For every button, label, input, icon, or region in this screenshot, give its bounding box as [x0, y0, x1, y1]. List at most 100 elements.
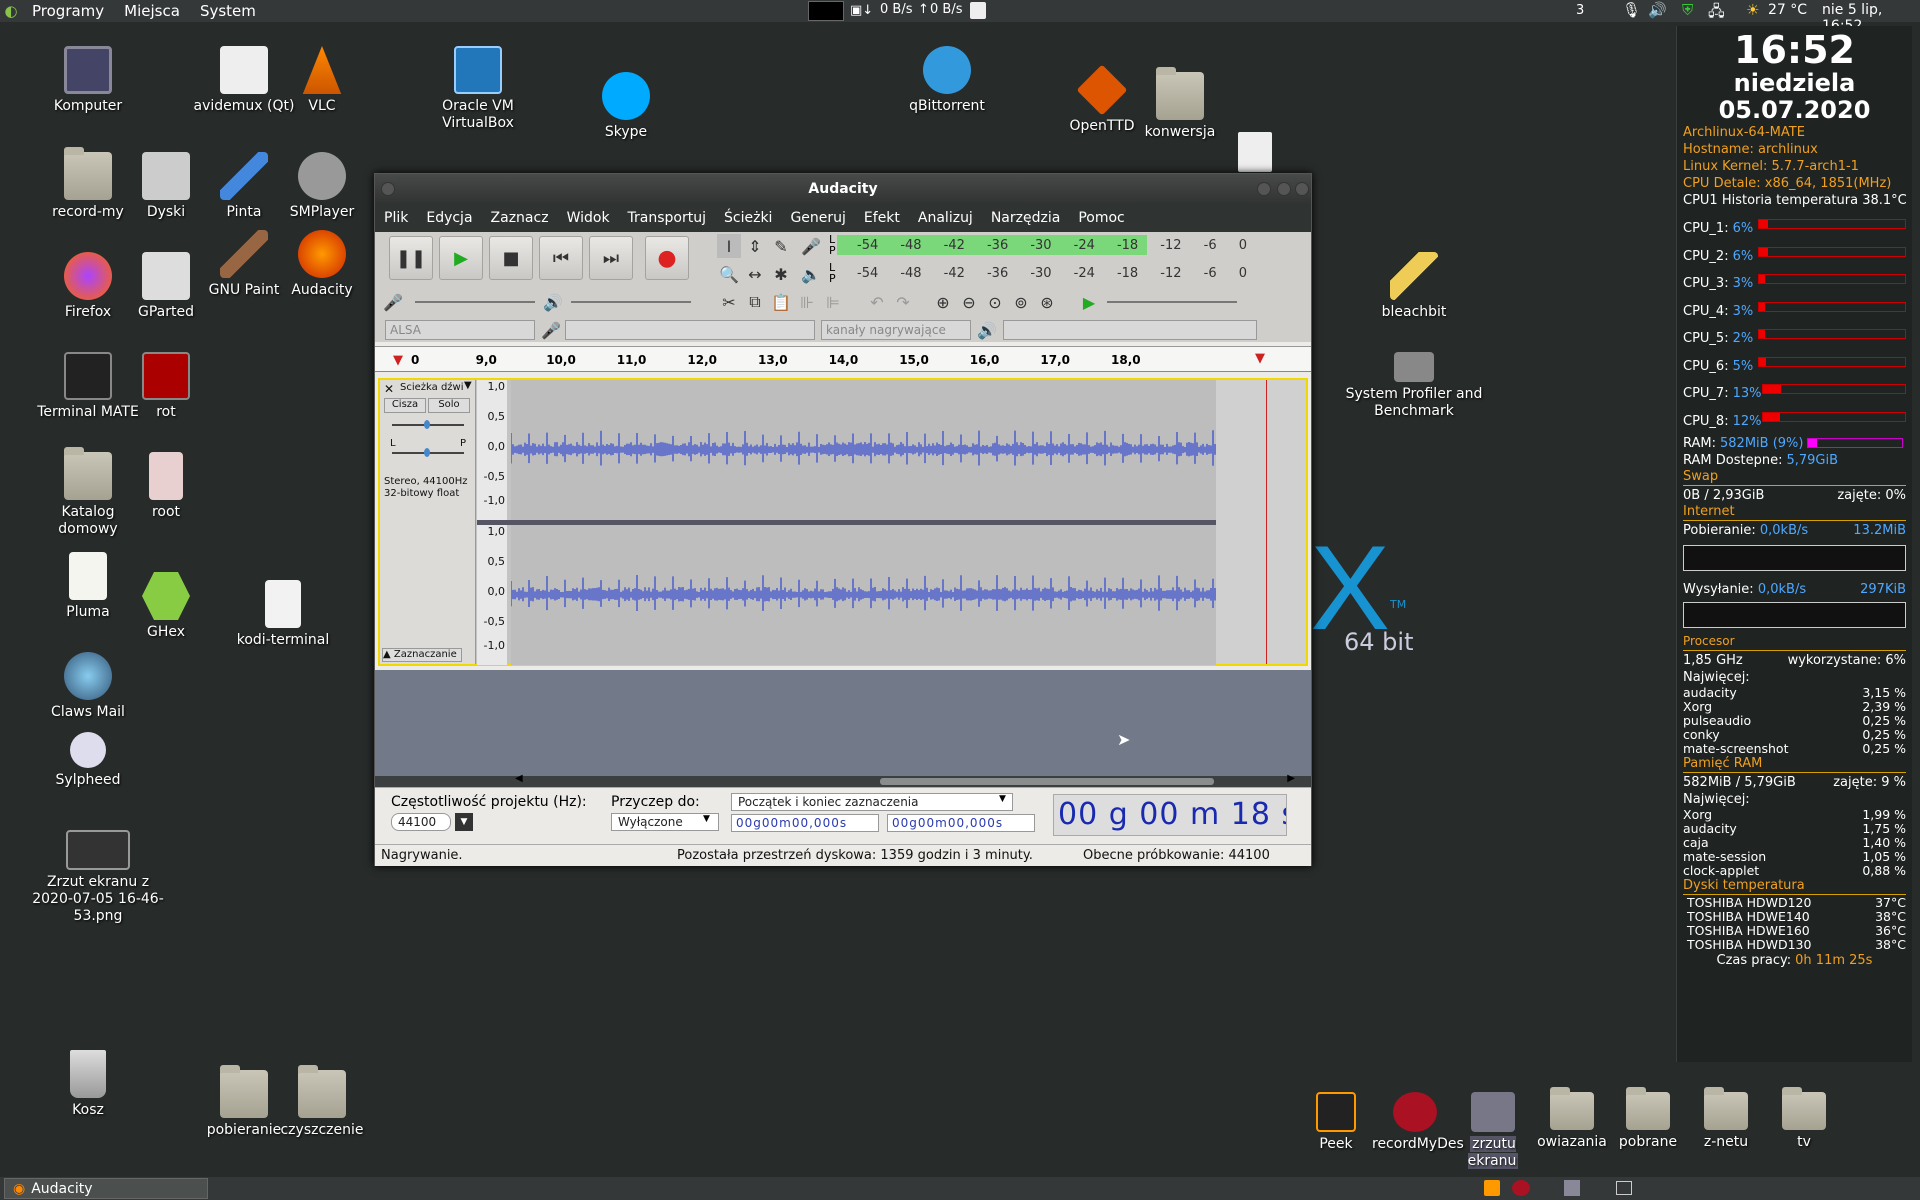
trim-icon[interactable]: ⊪ — [795, 290, 819, 314]
menu-system[interactable]: System — [190, 2, 266, 20]
weather-sun-icon[interactable]: ☀ — [1746, 1, 1759, 19]
desktop-icon-smplayer[interactable]: SMPlayer — [267, 152, 377, 221]
menu-item[interactable]: Edycja — [417, 210, 481, 226]
project-rate-combo[interactable]: 44100 — [391, 813, 451, 831]
desktop-icon-owiazania[interactable]: owiazania — [1536, 1087, 1608, 1151]
waveform-right-channel[interactable] — [510, 525, 1216, 665]
scroll-right-arrow-icon[interactable]: ▶ — [1287, 773, 1295, 784]
desktop-icon-ghex[interactable]: GHex — [111, 572, 221, 641]
desktop-icon-pobrane[interactable]: pobrane — [1612, 1087, 1684, 1151]
tray-peek-icon[interactable] — [1484, 1180, 1500, 1196]
fit-selection-icon[interactable]: ⊙ — [983, 290, 1007, 314]
cpu-graph-applet[interactable] — [808, 1, 844, 21]
desktop-icon-computer[interactable]: Komputer — [33, 46, 143, 115]
pause-button[interactable]: ❚❚ — [389, 236, 433, 280]
playhead-marker-icon[interactable]: ▼ — [393, 353, 403, 368]
record-meter[interactable]: L P -54 -48 -42 -36 -30 -24 -18 -12 -6 0 — [829, 233, 1305, 258]
desktop-icon-bleachbit[interactable]: bleachbit — [1359, 252, 1469, 321]
playback-meter[interactable]: L P -54 -48 -42 -36 -30 -24 -18 -12 -6 0 — [829, 261, 1305, 286]
pan-slider-thumb[interactable] — [424, 448, 430, 457]
stop-button[interactable]: ■ — [489, 236, 533, 280]
menu-item[interactable]: Generuj — [781, 210, 854, 226]
waveform-left-channel[interactable] — [510, 380, 1216, 520]
empty-track-area[interactable]: ➤ — [375, 670, 1311, 776]
desktop-icon-czyszczenie[interactable]: czyszczenie — [267, 1065, 377, 1139]
desktop-icon-z-netu[interactable]: z-netu — [1690, 1087, 1762, 1151]
play-meter-speaker-icon[interactable]: 🔈 — [799, 262, 823, 286]
window-titlebar[interactable]: Audacity — [375, 174, 1311, 204]
taskbar-button-audacity[interactable]: ◉ Audacity — [4, 1178, 208, 1199]
play-speed-slider[interactable] — [1107, 301, 1237, 303]
desktop-icon-screenshot-file[interactable]: Zrzut ekranu z 2020-07-05 16-46-53.png — [28, 830, 168, 925]
desktop-icon-zrzutu-ekranu[interactable]: zrzutu ekranu — [1446, 1092, 1540, 1170]
multi-tool-icon[interactable]: ✱ — [769, 262, 793, 286]
desktop-icon-virtualbox[interactable]: Oracle VM VirtualBox — [423, 46, 533, 132]
desktop-icon-konwersja[interactable]: konwersja — [1125, 67, 1235, 141]
record-button[interactable]: ● — [645, 236, 689, 280]
network-icon[interactable]: ▣↓ — [850, 3, 873, 18]
zoom-in-icon[interactable]: ⊕ — [931, 290, 955, 314]
zoom-out-icon[interactable]: ⊖ — [957, 290, 981, 314]
desktop-icon-audacity[interactable]: Audacity — [267, 230, 377, 299]
desktop-icon-qbittorrent[interactable]: qBittorrent — [892, 46, 1002, 115]
menu-miejsca[interactable]: Miejsca — [114, 2, 190, 20]
mate-logo-icon[interactable]: ◐ — [0, 2, 22, 20]
solo-button[interactable]: Solo — [428, 398, 470, 413]
desktop-icon-skype[interactable]: Skype — [571, 72, 681, 141]
volume-icon[interactable]: 🔊 — [1648, 1, 1667, 19]
timeshift-tool-icon[interactable]: ↔ — [743, 262, 767, 286]
play-at-speed-icon[interactable]: ▶ — [1077, 290, 1101, 314]
desktop-icon-kodi-terminal[interactable]: kodi-terminal — [228, 580, 338, 649]
menu-item[interactable]: Transportuj — [619, 210, 715, 226]
envelope-tool-icon[interactable]: ⇕ — [743, 234, 767, 258]
playback-device-combo[interactable] — [1003, 320, 1257, 340]
zoom-toggle-icon[interactable]: ⊛ — [1035, 290, 1059, 314]
redo-icon[interactable]: ↷ — [891, 290, 915, 314]
copy-icon[interactable]: ⧉ — [743, 290, 767, 314]
maximize-button[interactable] — [1277, 182, 1291, 196]
project-rate-dropdown-icon[interactable]: ▼ — [455, 813, 473, 831]
play-button[interactable]: ▶ — [439, 236, 483, 280]
ruler-end-marker-icon[interactable]: ▼ — [1255, 351, 1265, 366]
fit-project-icon[interactable]: ⊚ — [1009, 290, 1033, 314]
close-button[interactable] — [1295, 182, 1309, 196]
record-meter-mic-icon[interactable]: 🎤 — [799, 234, 823, 258]
selection-start-time[interactable]: 00g00m00,000s — [731, 814, 879, 832]
weather-temperature[interactable]: 27 °C — [1768, 2, 1807, 18]
menu-item[interactable]: Widok — [558, 210, 619, 226]
undo-icon[interactable]: ↶ — [865, 290, 889, 314]
track-close-icon[interactable]: ✕ — [384, 382, 394, 396]
minimize-button[interactable] — [1257, 182, 1271, 196]
skip-end-button[interactable]: ⏭ — [589, 236, 633, 280]
audio-position-time[interactable]: 00 g 00 m 18 s — [1053, 794, 1287, 836]
audio-track[interactable]: ✕ Ścieżka dźwi ▼ Cisza Solo L P Stereo, … — [378, 378, 1308, 666]
horizontal-scrollbar-thumb[interactable] — [880, 778, 1214, 785]
network-manager-icon[interactable]: 🖧 — [1708, 1, 1725, 26]
selection-end-time[interactable]: 00g00m00,000s — [887, 814, 1035, 832]
show-desktop-icon[interactable] — [1616, 1181, 1632, 1195]
horizontal-scrollbar[interactable]: ◀ ▶ — [375, 773, 1311, 787]
gain-slider-thumb[interactable] — [424, 420, 430, 429]
desktop-icon-rot[interactable]: rot — [111, 352, 221, 421]
silence-icon[interactable]: ⊫ — [821, 290, 845, 314]
desktop-folder-partial-icon[interactable] — [1238, 132, 1272, 172]
tray-record-icon[interactable] — [1512, 1180, 1530, 1196]
tray-screenshot-icon[interactable] — [1564, 1180, 1580, 1196]
selection-tool-icon[interactable]: I — [717, 234, 741, 258]
microphone-icon[interactable]: 🎙 — [1622, 1, 1641, 19]
desktop-icon-root[interactable]: root — [111, 452, 221, 521]
tray-notification-badge[interactable]: 3 — [1576, 3, 1584, 18]
scroll-left-arrow-icon[interactable]: ◀ — [515, 773, 523, 784]
menu-item[interactable]: Plik — [375, 210, 417, 226]
selection-mode-combo[interactable]: Początek i koniec zaznaczenia — [731, 793, 1013, 811]
menu-item[interactable]: Efekt — [855, 210, 909, 226]
paste-icon[interactable]: 📋 — [769, 290, 793, 314]
playback-volume-slider[interactable] — [571, 301, 691, 303]
desktop-icon-sylpheed[interactable]: Sylpheed — [33, 732, 143, 789]
recording-device-combo[interactable] — [565, 320, 815, 340]
record-volume-slider[interactable] — [415, 301, 535, 303]
audio-host-combo[interactable]: ALSA — [385, 320, 535, 340]
menu-item[interactable]: Pomoc — [1069, 210, 1133, 226]
desktop-icon-claws-mail[interactable]: Claws Mail — [33, 652, 143, 721]
timeline-ruler[interactable]: ▼ ▼ 0 9,0 10,0 11,0 12,0 13,0 14,0 15,0 16,0 17,0… — [375, 346, 1311, 372]
